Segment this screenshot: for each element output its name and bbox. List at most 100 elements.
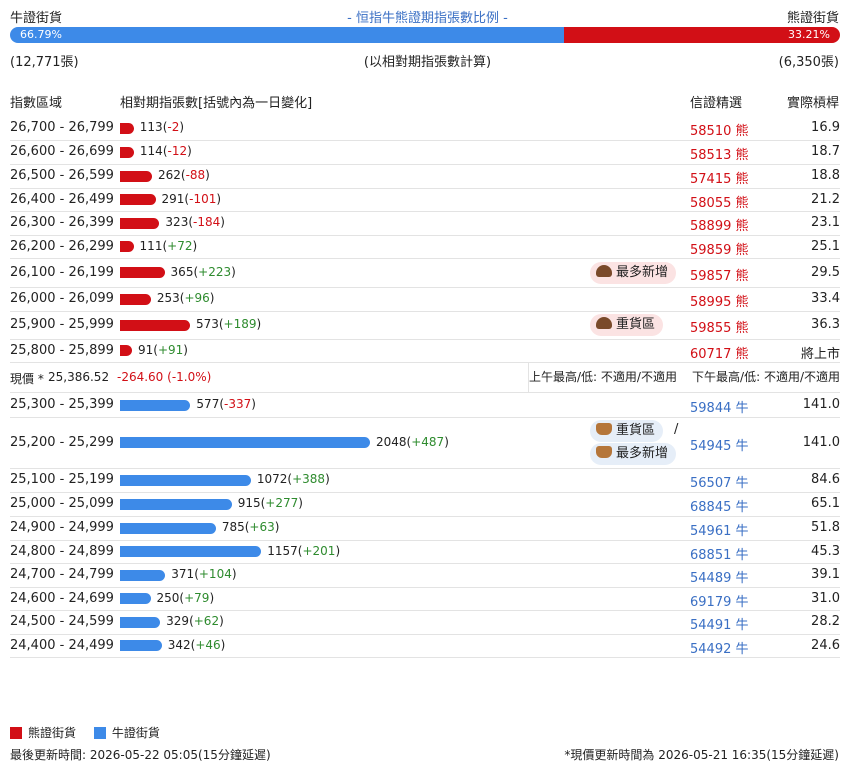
warrant-code[interactable]: 60717 — [690, 347, 731, 362]
warrant-code[interactable]: 58055 — [690, 196, 731, 211]
warrant-code-link[interactable]: 54489 牛 — [690, 567, 749, 586]
bear-bar — [120, 345, 132, 356]
chart-title: - 恒指牛熊證期指張數比例 - — [347, 11, 508, 26]
warrant-code-link[interactable]: 59844 牛 — [690, 397, 749, 416]
effective-leverage: 141.0 — [802, 434, 840, 450]
badge-label: 重貨區 — [616, 423, 656, 438]
table-row: 24,600 - 24,699 250(+79) 69179 牛 31.0 — [10, 587, 840, 611]
effective-leverage: 31.0 — [811, 590, 840, 606]
warrant-code-link[interactable]: 54491 牛 — [690, 614, 749, 633]
warrant-code[interactable]: 59859 — [690, 243, 731, 258]
warrant-code-link[interactable]: 59859 熊 — [690, 239, 749, 258]
index-range: 24,900 - 24,999 — [10, 520, 114, 535]
warrant-code-link[interactable]: 58995 熊 — [690, 291, 749, 310]
warrant-type: 熊 — [731, 295, 749, 310]
warrant-code[interactable]: 54491 — [690, 618, 731, 633]
qty-change: (+104) — [194, 567, 237, 581]
warrant-type: 牛 — [731, 476, 749, 491]
qty-change: (+96) — [179, 291, 215, 305]
warrant-code-link[interactable]: 59857 熊 — [690, 265, 749, 284]
warrant-type: 熊 — [731, 219, 749, 234]
qty-value: 291(-101) — [162, 192, 222, 206]
warrant-code-link[interactable]: 56507 牛 — [690, 472, 749, 491]
warrant-code[interactable]: 59857 — [690, 269, 731, 284]
qty-change: (+277) — [260, 496, 303, 510]
warrant-code-link[interactable]: 54945 牛 — [690, 435, 749, 454]
warrant-type: 熊 — [731, 124, 749, 139]
table-row: 26,400 - 26,499 291(-101) 58055 熊 21.2 — [10, 188, 840, 212]
bear-bar — [120, 267, 165, 278]
warrant-code[interactable]: 54489 — [690, 571, 731, 586]
index-range: 26,000 - 26,099 — [10, 291, 114, 306]
warrant-code[interactable]: 58899 — [690, 219, 731, 234]
effective-leverage: 141.0 — [802, 397, 840, 412]
warrant-type: 熊 — [731, 346, 749, 362]
warrant-code[interactable]: 58510 — [690, 124, 731, 139]
badge-most-new: 最多新增 — [590, 443, 677, 465]
warrant-code-link[interactable]: 57415 熊 — [690, 168, 749, 187]
warrant-code[interactable]: 68851 — [690, 548, 731, 563]
bear-outstanding-label: 熊證街貨 — [786, 11, 839, 26]
warrant-code[interactable]: 54945 — [690, 439, 731, 454]
effective-leverage: 24.6 — [811, 637, 840, 653]
warrant-code-link[interactable]: 58513 熊 — [690, 144, 749, 163]
bear-bar — [120, 217, 160, 229]
qty-change: (+223) — [193, 264, 236, 279]
qty-change: (-2) — [162, 120, 185, 134]
warrant-code[interactable]: 54492 — [690, 642, 731, 657]
warrant-code-link[interactable]: 60717 熊 — [690, 343, 749, 362]
effective-leverage: 28.2 — [811, 614, 840, 629]
ratio-bar: 66.79% 33.21% — [10, 27, 840, 43]
warrant-type: 熊 — [731, 195, 749, 211]
qty-value: 91(+91) — [138, 343, 188, 357]
qty-value: 342(+46) — [168, 638, 226, 652]
warrant-code[interactable]: 69179 — [690, 595, 731, 610]
qty-number: 291 — [161, 191, 185, 206]
warrant-code-link[interactable]: 68845 牛 — [690, 496, 749, 515]
warrant-code[interactable]: 56507 — [690, 476, 731, 491]
index-range: 26,200 - 26,299 — [10, 238, 114, 254]
table-row: 25,900 - 25,999 573(+189) 重貨區 59855 熊 36.3 — [10, 311, 840, 340]
qty-change: (-12) — [162, 144, 192, 158]
qty-number: 371 — [171, 567, 195, 581]
warrant-type: 熊 — [731, 242, 749, 258]
index-range: 24,800 - 24,899 — [10, 543, 114, 559]
warrant-code-link[interactable]: 68851 牛 — [690, 544, 749, 563]
qty-number: 1072 — [256, 472, 288, 486]
warrant-code[interactable]: 68845 — [690, 500, 731, 515]
table-row: 24,500 - 24,599 329(+62) 54491 牛 28.2 — [10, 610, 840, 635]
warrant-code[interactable]: 57415 — [690, 172, 731, 187]
warrant-code[interactable]: 58995 — [690, 295, 731, 310]
warrant-code-link[interactable]: 58055 熊 — [690, 192, 749, 211]
bull-icon — [596, 446, 612, 458]
warrant-code-link[interactable]: 54961 牛 — [690, 520, 749, 539]
current-price: 25,386.52 — [48, 370, 110, 384]
warrant-code-link[interactable]: 58899 熊 — [690, 215, 749, 234]
qty-value: 111(+72) — [140, 239, 198, 253]
warrant-type: 牛 — [731, 547, 749, 563]
warrant-code-link[interactable]: 54492 牛 — [690, 638, 749, 657]
warrant-code-link[interactable]: 69179 牛 — [690, 591, 749, 610]
qty-value: 365(+223) — [171, 265, 236, 279]
qty-value: 2048(+487) — [376, 435, 449, 449]
effective-leverage: 65.1 — [811, 496, 840, 511]
current-price-label: 現價 * — [10, 372, 44, 386]
effective-leverage: 51.8 — [811, 520, 840, 535]
table-row: 26,300 - 26,399 323(-184) 58899 熊 23.1 — [10, 211, 840, 236]
warrant-code-link[interactable]: 58510 熊 — [690, 120, 749, 139]
warrant-code[interactable]: 58513 — [690, 148, 731, 163]
index-range: 25,900 - 25,999 — [10, 317, 114, 332]
warrant-code-link[interactable]: 59855 熊 — [690, 317, 749, 336]
qty-change: (+72) — [162, 238, 198, 253]
warrant-type: 熊 — [731, 268, 749, 284]
warrant-code[interactable]: 54961 — [690, 524, 731, 539]
bull-icon — [596, 423, 612, 435]
qty-number: 113 — [139, 120, 163, 134]
warrant-code[interactable]: 59844 — [690, 401, 731, 416]
table-row: 24,900 - 24,999 785(+63) 54961 牛 51.8 — [10, 516, 840, 541]
warrant-code[interactable]: 59855 — [690, 321, 731, 336]
qty-number: 111 — [139, 238, 163, 253]
index-range: 25,100 - 25,199 — [10, 472, 114, 487]
col-header-qty: 相對期指張數[括號內為一日變化] — [120, 96, 313, 111]
index-range: 24,700 - 24,799 — [10, 567, 114, 582]
